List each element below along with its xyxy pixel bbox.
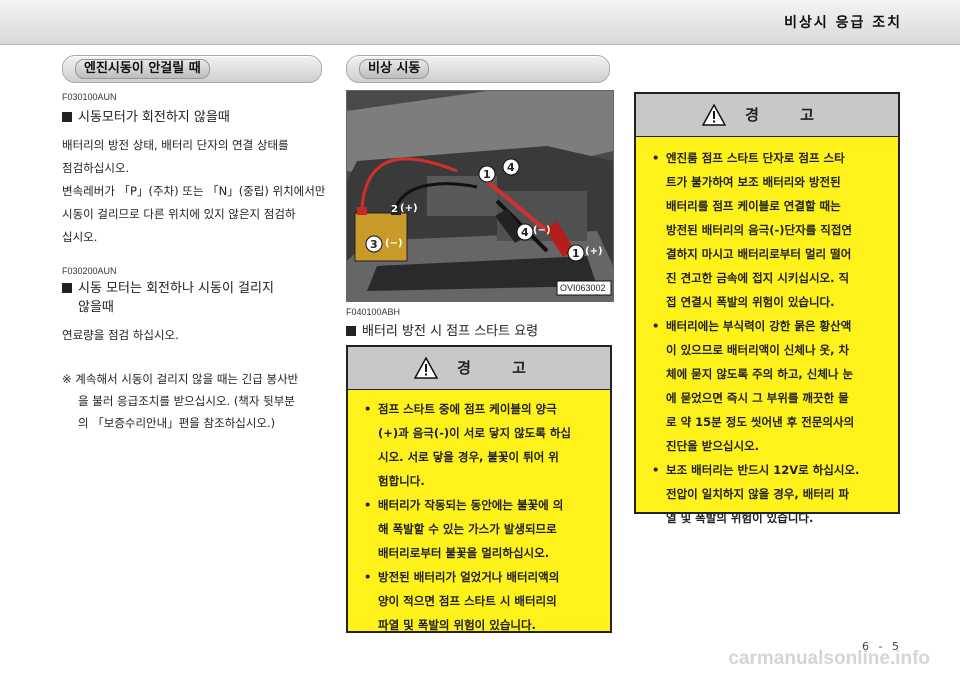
jump-start-illustration: 1 4 2 (+) 3 (−) 4 (−) 1 (+) OVI063002 [346,90,614,302]
warning-item: 점프 스타트 중에 점프 케이블의 양극 (+)과 음극(-)이 서로 닿지 않… [362,397,600,493]
section-pill-label: 비상 시동 [359,59,430,79]
warning-list: 엔진룸 점프 스타트 단자로 점프 스타 트가 불가하여 보조 배터리와 방전된… [650,146,888,530]
text-line: 배터리의 방전 상태, 배터리 단자의 연결 상태를 [62,138,289,152]
warning-item: 방전된 배터리가 얼었거나 배터리액의 양이 적으면 점프 스타트 시 배터리의… [362,565,600,637]
paragraph-fuel-check: 연료량을 점검 하십시오. [62,328,179,342]
callout-number: 4 [521,226,529,239]
subheading-text: 않을때 [78,300,114,315]
warning-item: 배터리에는 부식력이 강한 묽은 황산액 이 있으므로 배터리액이 신체나 옷,… [650,314,888,458]
warning-box-jump-start: 경 고 점프 스타트 중에 점프 케이블의 양극 (+)과 음극(-)이 서로 … [346,345,612,633]
square-bullet-icon [62,283,72,293]
section-code: F040100ABH [346,307,401,317]
subheading-text: 시동모터가 회전하지 않을때 [78,110,230,125]
section-code: F030200AUN [62,266,117,276]
square-bullet-icon [62,112,72,122]
subheading-cranks-no-start: 시동 모터는 회전하나 시동이 걸리지 않을때 [62,279,274,317]
callout-number: 1 [572,247,580,260]
subheading-jump-start: 배터리 방전 시 점프 스타트 요령 [346,320,538,339]
warning-header: 경 고 [348,347,610,390]
text-line: 점검하십시오. [62,161,130,175]
section-code: F030100AUN [62,92,117,102]
subheading-text: 시동 모터는 회전하나 시동이 걸리지 [78,281,274,296]
callout-polarity: (+) [400,203,418,214]
callout-polarity: (−) [533,225,551,236]
callout-number: 4 [507,161,515,174]
warning-header: 경 고 [636,94,898,137]
square-bullet-icon [346,326,356,336]
text-line: ※ 계속해서 시동이 걸리지 않을 때는 긴급 봉사반 [62,372,299,386]
callout-number: 2 [391,204,398,215]
callout-number: 1 [483,168,491,181]
text-line: 을 불러 응급조치를 받으십시오. (책자 뒷부분 [78,394,295,408]
chapter-title: 비상시 응급 조치 [784,15,902,31]
paragraph-starter-check: 배터리의 방전 상태, 배터리 단자의 연결 상태를 점검하십시오. 변속레버가… [62,134,332,249]
header-bar: 비상시 응급 조치 [0,0,960,45]
callout-number: 3 [370,238,378,251]
subheading-text: 배터리 방전 시 점프 스타트 요령 [362,324,539,339]
note-emergency-service: ※ 계속해서 시동이 걸리지 않을 때는 긴급 봉사반 을 불러 응급조치를 받… [62,368,332,434]
watermark: carmanualsonline.info [728,648,930,669]
warning-list: 점프 스타트 중에 점프 케이블의 양극 (+)과 음극(-)이 서로 닿지 않… [362,397,600,637]
subheading-starter-not-cranking: 시동모터가 회전하지 않을때 [62,106,230,125]
warning-item: 엔진룸 점프 스타트 단자로 점프 스타 트가 불가하여 보조 배터리와 방전된… [650,146,888,314]
engine-bay-drawing [347,91,613,301]
warning-item: 배터리가 작동되는 동안에는 불꽃에 의 해 폭발할 수 있는 가스가 발생되므… [362,493,600,565]
text-line: 십시오. [62,230,98,244]
text-line: 시동이 걸리므로 다른 위치에 있지 않은지 점검하 [62,207,296,221]
image-code: OVI063002 [560,283,606,293]
section-pill-label: 엔진시동이 안걸릴 때 [75,59,210,79]
warning-triangle-icon [702,104,727,126]
warning-title: 경 고 [745,106,832,124]
warning-triangle-icon [414,357,439,379]
booster-battery [354,212,408,262]
warning-item: 보조 배터리는 반드시 12V로 하십시오. 전압이 일치하지 않을 경우, 배… [650,458,888,530]
text-line: 의 「보증수리안내」편을 참조하십시오.) [78,416,276,430]
text-line: 변속레버가 「P」(주차) 또는 「N」(중립) 위치에서만 [62,184,326,198]
section-pill-engine-no-start: 엔진시동이 안걸릴 때 [62,55,322,83]
section-pill-emergency-start: 비상 시동 [346,55,610,83]
warning-box-battery: 경 고 엔진룸 점프 스타트 단자로 점프 스타 트가 불가하여 보조 배터리와… [634,92,900,525]
warning-title: 경 고 [457,359,544,377]
callout-polarity: (−) [385,238,403,249]
callout-polarity: (+) [585,246,603,257]
